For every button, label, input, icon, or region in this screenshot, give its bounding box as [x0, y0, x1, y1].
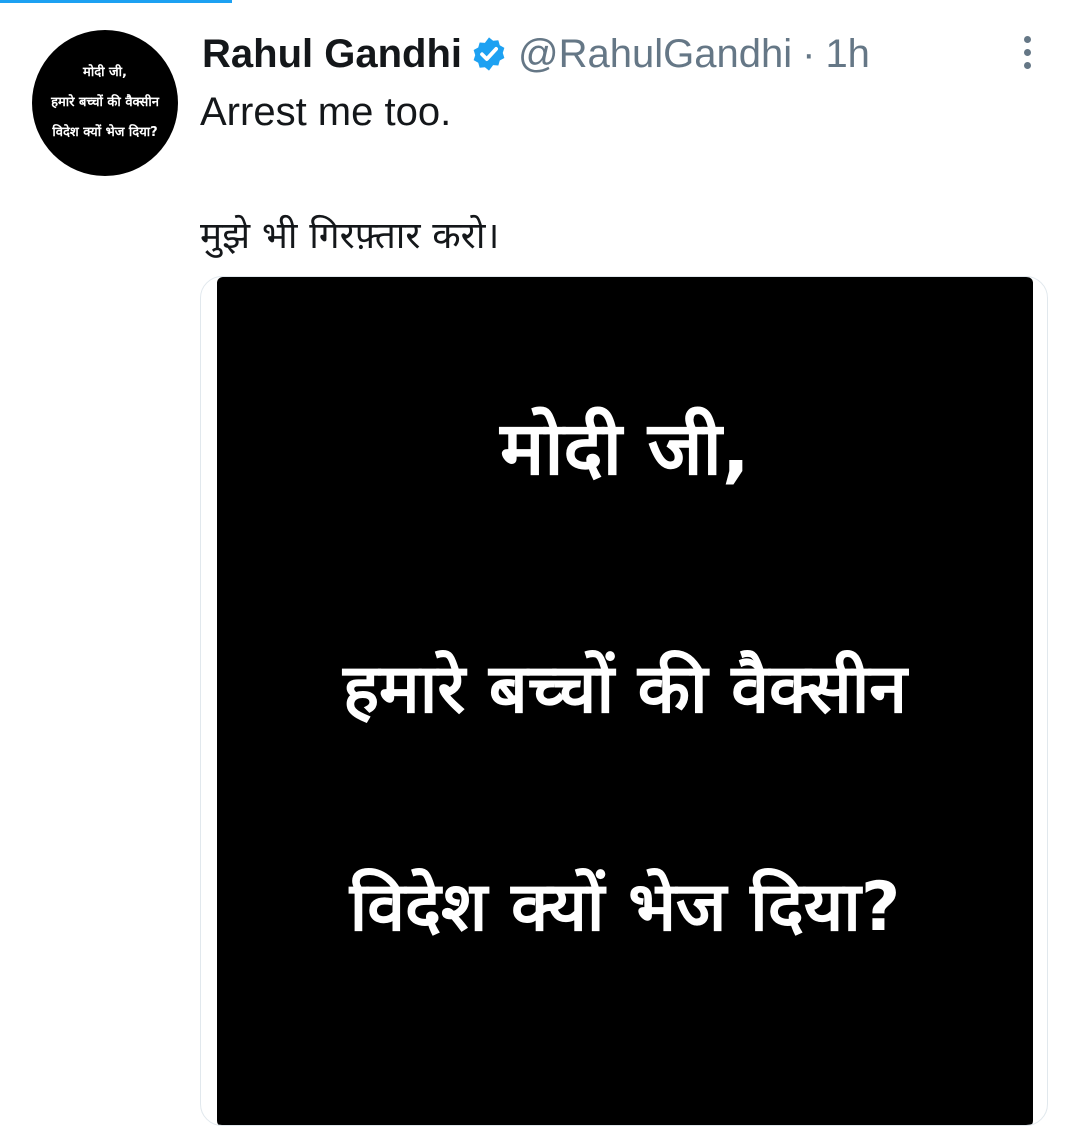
avatar-text-line-3: विदेश क्यों भेज दिया?: [52, 125, 158, 140]
author-handle[interactable]: @RahulGandhi: [518, 32, 792, 77]
tweet-media-card[interactable]: मोदी जी, हमारे बच्चों की वैक्सीन विदेश क…: [200, 276, 1048, 1126]
image-text-line-3: विदेश क्यों भेज दिया?: [349, 868, 901, 947]
tweet-text-english: Arrest me too.: [200, 90, 452, 134]
image-text-line-2: हमारे बच्चों की वैक्सीन: [342, 650, 908, 729]
tweet-timestamp[interactable]: 1h: [825, 32, 870, 77]
image-text-line-1: मोदी जी,: [500, 406, 750, 492]
tab-indicator: [0, 0, 232, 3]
tweet-image[interactable]: मोदी जी, हमारे बच्चों की वैक्सीन विदेश क…: [217, 277, 1033, 1125]
tweet-screen: मोदी जी, हमारे बच्चों की वैक्सीन विदेश क…: [0, 0, 1080, 1126]
verified-badge-icon: [473, 37, 505, 71]
author-name[interactable]: Rahul Gandhi: [202, 32, 462, 77]
avatar-text-line-2: हमारे बच्चों की वैक्सीन: [51, 95, 159, 110]
tweet-header: Rahul Gandhi @RahulGandhi · 1h: [202, 26, 870, 82]
avatar[interactable]: मोदी जी, हमारे बच्चों की वैक्सीन विदेश क…: [32, 30, 178, 176]
avatar-text-line-1: मोदी जी,: [83, 65, 127, 80]
tweet-text-hindi: मुझे भी गिरफ़्तार करो।: [200, 214, 500, 257]
header-separator: ·: [802, 31, 816, 76]
more-options-icon[interactable]: [1005, 30, 1049, 74]
